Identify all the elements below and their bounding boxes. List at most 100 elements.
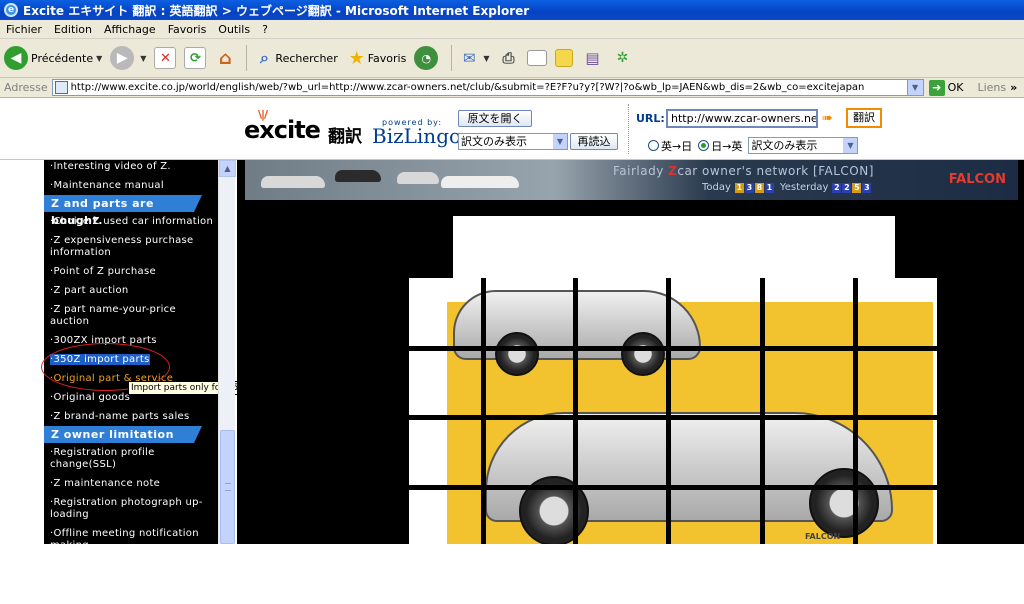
home-button[interactable]: ⌂ [214, 47, 236, 69]
toolbar: ◀ Précédente ▼ ▶ ▼ ✕ ⟳ ⌂ ⌕ Rechercher ★ … [0, 39, 1024, 78]
links-label[interactable]: Liens [977, 81, 1006, 94]
nav-item-maintenance-manual[interactable]: ·Maintenance manual [44, 179, 218, 193]
nav-item-photo-upload[interactable]: ·Registration photograph up-loading [44, 496, 218, 522]
messenger-button[interactable]: ✲ [611, 47, 633, 69]
chevron-down-icon[interactable]: ▼ [96, 54, 102, 63]
note-icon [555, 49, 574, 67]
menu-fichier[interactable]: Fichier [0, 23, 48, 36]
ie-logo-icon: e [4, 3, 18, 17]
nav-item-expensiveness[interactable]: ·Z expensiveness purchase information [44, 234, 218, 260]
nav-item-brand-parts[interactable]: ·Z brand-name parts sales [44, 410, 218, 424]
banner-title: Fairlady Zcar owner's network [FALCON] [613, 164, 874, 178]
grid-line [573, 278, 578, 544]
search-icon: ⌕ [259, 48, 269, 67]
radio-en-ja[interactable] [648, 140, 659, 151]
research-button[interactable]: ▤ [581, 47, 603, 69]
address-url: http://www.excite.co.jp/world/english/we… [70, 82, 865, 93]
nav-item-offline-meeting[interactable]: ·Offline meeting notification making [44, 527, 218, 544]
poster-mark: FALCON [805, 532, 841, 541]
go-label: OK [947, 81, 964, 94]
address-label: Adresse [4, 81, 48, 94]
translate-logo-jp: 翻訳 [328, 127, 362, 147]
history-button[interactable]: ◔ [414, 46, 441, 70]
forward-button[interactable]: ▶ ▼ [110, 46, 146, 70]
menu-edition[interactable]: Edition [48, 23, 98, 36]
nav-item-video[interactable]: ·Interesting video of Z. [44, 160, 218, 174]
url-label: URL: [636, 112, 665, 125]
stop-button[interactable]: ✕ [154, 47, 177, 69]
nav-item-purchase-point[interactable]: ·Point of Z purchase [44, 265, 218, 279]
address-input[interactable]: http://www.excite.co.jp/world/english/we… [51, 79, 924, 96]
grid-line [409, 346, 937, 351]
menu-favoris[interactable]: Favoris [162, 23, 213, 36]
links-expand[interactable]: » [1010, 81, 1017, 94]
translate-button[interactable]: 翻訳 [846, 108, 882, 128]
back-label: Précédente [31, 51, 94, 65]
scroll-thumb[interactable] [220, 430, 235, 544]
research-icon: ▤ [585, 49, 600, 67]
mail-icon: ✉ [463, 49, 476, 67]
toolbar-separator [246, 45, 248, 71]
counter-digit: 1 [764, 182, 774, 193]
nav-item-maintenance-note[interactable]: ·Z maintenance note [44, 477, 218, 491]
menu-help[interactable]: ? [256, 23, 274, 36]
favorites-button[interactable]: ★ Favoris [346, 47, 407, 69]
divider [628, 104, 629, 154]
back-arrow-icon: ◀ [4, 46, 28, 70]
refresh-icon: ⟳ [184, 47, 207, 69]
search-button[interactable]: ⌕ Rechercher [253, 47, 338, 69]
reload-button[interactable]: 再読込 [570, 133, 618, 150]
car-photo [261, 176, 325, 188]
display-mode-select-2[interactable]: 訳文のみ表示 ▼ [748, 137, 859, 154]
grid-line [481, 278, 486, 544]
search-label: Rechercher [275, 51, 338, 65]
wheel [621, 332, 665, 376]
chevron-down-icon[interactable]: ▼ [483, 54, 489, 63]
refresh-button[interactable]: ⟳ [184, 47, 207, 69]
print-button[interactable]: ⎙ [497, 47, 519, 69]
counter-digit: 3 [744, 182, 754, 193]
counter-digit: 2 [832, 182, 842, 193]
scroll-up-icon[interactable]: ▲ [219, 160, 236, 177]
counter-digit: 5 [852, 182, 862, 193]
sidebar-scrollbar[interactable]: ▲ [218, 160, 236, 544]
display-mode-select[interactable]: 訳文のみ表示 ▼ [458, 133, 568, 150]
counter-digit: 1 [734, 182, 744, 193]
car-sketch-poster[interactable]: FALCON [409, 278, 937, 544]
open-original-button[interactable]: 原文を開く [458, 110, 532, 127]
menu-outils[interactable]: Outils [212, 23, 256, 36]
nav-item-profile-change[interactable]: ·Registration profile change(SSL) [44, 446, 218, 472]
nav-item-name-your-price[interactable]: ·Z part name-your-price auction [44, 303, 218, 329]
car-photo [441, 176, 519, 188]
menu-affichage[interactable]: Affichage [98, 23, 162, 36]
back-button[interactable]: ◀ Précédente ▼ [4, 46, 102, 70]
wheel [495, 332, 539, 376]
star-icon: ★ [348, 47, 365, 69]
go-button[interactable]: ➜ OK [928, 79, 964, 96]
mail-button[interactable]: ✉ ▼ [458, 47, 489, 69]
excite-logo[interactable]: \|/ excite [244, 108, 321, 144]
grid-line [666, 278, 671, 544]
chevron-down-icon[interactable]: ▼ [140, 54, 146, 63]
site-banner[interactable]: Fairlady Zcar owner's network [FALCON] T… [245, 160, 1018, 200]
nav-item-part-auction[interactable]: ·Z part auction [44, 284, 218, 298]
nav-section-buy: Z and parts are bought. [44, 195, 202, 227]
home-icon: ⌂ [218, 47, 232, 69]
url-input[interactable]: http://www.zcar-owners.net. [666, 109, 818, 128]
image-placeholder [453, 216, 895, 278]
excite-translate-header: \|/ excite 翻訳 powered by: BizLingo 原文を開く… [0, 98, 1024, 160]
history-icon: ◔ [414, 46, 439, 70]
main-frame: Fairlady Zcar owner's network [FALCON] T… [237, 160, 1024, 544]
radio-ja-en[interactable] [698, 140, 710, 151]
counter-digit: 3 [862, 182, 872, 193]
forward-arrow-icon: ▶ [110, 46, 135, 70]
nav-section-owner: Z owner limitation [44, 426, 202, 443]
window-titlebar: e Excite エキサイト 翻訳 : 英語翻訳 > ウェブページ翻訳 - Mi… [0, 0, 1024, 20]
chevron-down-icon: ▼ [843, 138, 858, 153]
sun-icon: \|/ [258, 108, 268, 121]
edit-button[interactable] [527, 50, 548, 66]
go-arrow-icon: ➜ [928, 79, 945, 96]
car-photo [397, 172, 439, 184]
discuss-button[interactable] [555, 49, 574, 67]
chevron-down-icon[interactable]: ▼ [906, 80, 923, 95]
